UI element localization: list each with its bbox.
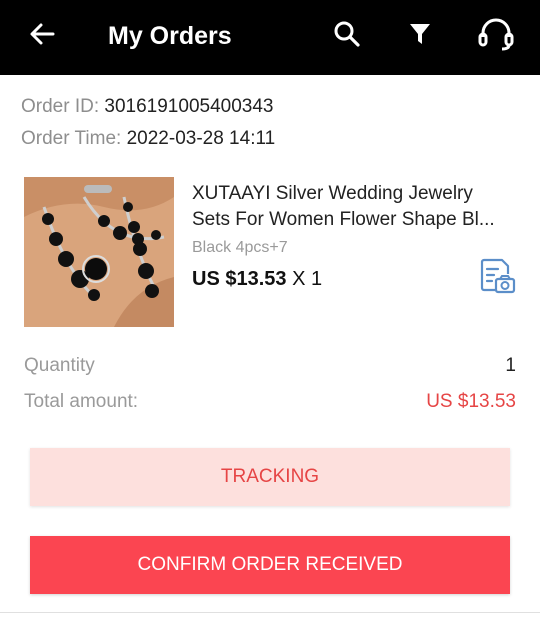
quantity-label: Quantity [24, 355, 95, 376]
product-variant: Black 4pcs+7 [192, 239, 288, 256]
order-time-value: 2022-03-28 14:11 [126, 128, 276, 149]
divider [0, 612, 540, 613]
product-price: US $13.53 [192, 268, 287, 290]
filter-icon [410, 24, 430, 44]
invoice-photo-button[interactable] [478, 258, 516, 296]
filter-button[interactable] [398, 12, 442, 56]
back-button[interactable] [22, 14, 62, 54]
order-time: Order Time: 2022-03-28 14:11 [21, 128, 275, 150]
invoice-camera-icon [480, 258, 516, 294]
total-amount-label: Total amount: [24, 391, 139, 412]
order-time-label: Order Time: [21, 128, 122, 149]
page-title: My Orders [108, 22, 232, 50]
product-image[interactable] [24, 177, 174, 327]
order-id-value: 3016191005400343 [104, 96, 274, 117]
app-bar: My Orders [0, 0, 540, 75]
order-id-label: Order ID: [21, 96, 100, 117]
tracking-button[interactable]: TRACKING [30, 448, 510, 506]
quantity-value: 1 [505, 355, 516, 376]
product-title[interactable]: XUTAAYI Silver Wedding Jewelry Sets For … [192, 181, 517, 233]
product-title-line-2: Sets For Women Flower Shape Bl... [192, 209, 495, 230]
product-multiplier: X 1 [292, 268, 323, 290]
headset-icon [478, 18, 514, 51]
arrow-left-icon [30, 23, 55, 45]
product-title-line-1: XUTAAYI Silver Wedding Jewelry [192, 183, 473, 204]
search-icon [334, 21, 360, 47]
total-amount-row: Total amount: US $13.53 [24, 391, 516, 413]
quantity-row: Quantity 1 [24, 355, 516, 377]
jewelry-photo [24, 177, 174, 327]
search-button[interactable] [325, 12, 369, 56]
total-amount-value: US $13.53 [426, 391, 516, 412]
product-price-line: US $13.53 X 1 [192, 268, 322, 291]
confirm-order-received-button[interactable]: CONFIRM ORDER RECEIVED [30, 536, 510, 594]
customer-support-button[interactable] [474, 12, 518, 56]
order-id: Order ID: 3016191005400343 [21, 96, 273, 118]
